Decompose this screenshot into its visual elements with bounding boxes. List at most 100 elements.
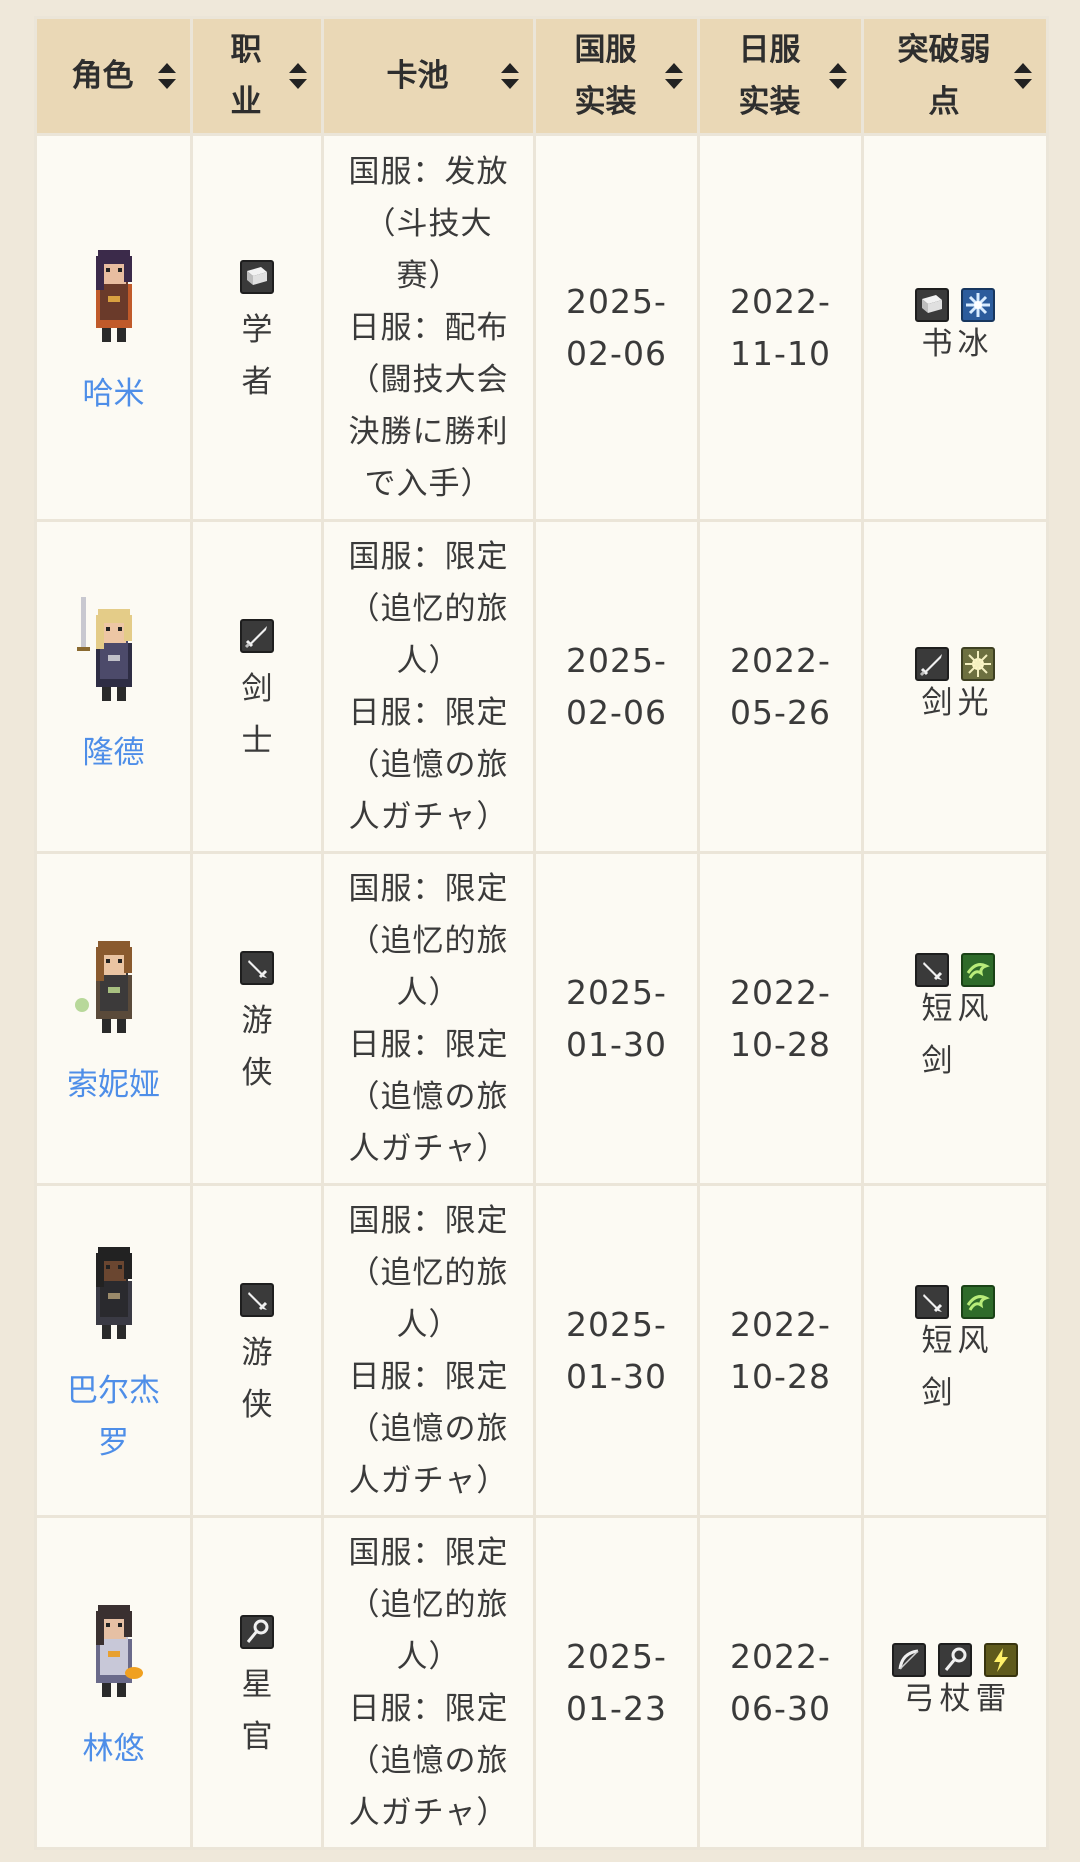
- character-name-link[interactable]: 索妮娅: [37, 1059, 190, 1111]
- text-line: 2022-: [730, 640, 831, 680]
- weakness-group: 弓杖雷: [892, 1641, 1018, 1725]
- weakness-icons: [892, 1641, 1018, 1677]
- dagger-icon: [915, 951, 949, 987]
- text-line: 2025-: [566, 640, 667, 680]
- weakness-group: 短风 剑: [915, 1283, 995, 1419]
- text-line: 日服：限定: [348, 1026, 509, 1063]
- sword-icon: [240, 617, 274, 653]
- sort-icon[interactable]: [499, 63, 521, 89]
- text-line: 01-23: [566, 1688, 667, 1728]
- weakness-label: 弓: [903, 1680, 935, 1717]
- cell-weakness: 短风 剑: [861, 851, 1049, 1186]
- character-sprite[interactable]: [37, 1591, 190, 1717]
- character-name-link[interactable]: 巴尔杰罗: [37, 1365, 190, 1469]
- sort-icon[interactable]: [827, 63, 849, 89]
- text-line: 05-26: [730, 692, 831, 732]
- wind-icon: [961, 951, 995, 987]
- header-job[interactable]: 职业: [190, 16, 324, 136]
- text-line: （追憶の旅: [348, 1078, 509, 1115]
- text-line: 人ガチャ）: [348, 1462, 509, 1499]
- text-line: 02-06: [566, 333, 667, 373]
- character-name-link[interactable]: 哈米: [37, 368, 190, 420]
- text-line: 人ガチャ）: [348, 798, 509, 835]
- text-line: 者: [241, 363, 273, 400]
- table-row: 林悠 星官 国服：限定 （追忆的旅 人） 日服：限定 （追憶の旅 人ガチャ） 2025- 0…: [34, 1515, 1049, 1850]
- text-line: 游: [241, 1334, 273, 1371]
- job-label: 剑士: [237, 663, 277, 767]
- text-line: 日服：限定: [348, 1690, 509, 1727]
- header-pool[interactable]: 卡池: [321, 16, 536, 136]
- character-name-link[interactable]: 林悠: [37, 1723, 190, 1775]
- pool-text: 国服：限定 （追忆的旅 人） 日服：限定 （追憶の旅 人ガチャ）: [324, 531, 533, 843]
- text-line: 国服：发放: [348, 153, 509, 190]
- job-label: 游侠: [237, 995, 277, 1099]
- cell-cn-release: 2025- 01-30: [533, 851, 700, 1186]
- header-weakness[interactable]: 突破弱点: [861, 16, 1049, 136]
- weakness-label: 杖: [939, 1680, 971, 1717]
- sort-icon[interactable]: [287, 63, 309, 89]
- weakness-text: 书冰: [915, 318, 995, 370]
- dagger-icon: [240, 949, 274, 985]
- text-line: 国服：限定: [348, 1202, 509, 1239]
- weakness-text: 短风 剑: [915, 1315, 995, 1419]
- cn-release-date: 2025- 01-23: [536, 1631, 697, 1735]
- text-line: （追忆的旅: [348, 1254, 509, 1291]
- header-role[interactable]: 角色: [34, 16, 193, 136]
- text-line: （斗技大: [364, 205, 493, 242]
- cell-pool: 国服：限定 （追忆的旅 人） 日服：限定 （追憶の旅 人ガチャ）: [321, 851, 536, 1186]
- text-line: 01-30: [566, 1024, 667, 1064]
- text-line: （追忆的旅: [348, 922, 509, 959]
- weakness-label: 风: [957, 1322, 989, 1359]
- jp-release-date: 2022- 10-28: [700, 1299, 861, 1403]
- cell-pool: 国服：限定 （追忆的旅 人） 日服：限定 （追憶の旅 人ガチャ）: [321, 1515, 536, 1850]
- text-line: 2025-: [566, 1636, 667, 1676]
- character-sprite[interactable]: [37, 927, 190, 1053]
- cell-job: 学者: [190, 133, 324, 522]
- text-line: （追憶の旅: [348, 746, 509, 783]
- weakness-label: 风: [957, 990, 989, 1027]
- text-line: 日服：限定: [348, 694, 509, 731]
- character-table: 角色 职业 卡池 国服 实装 日服 实装 突破弱点 哈米 学 者 国服：发放 （…: [34, 16, 1049, 1850]
- cn-release-date: 2025- 01-30: [536, 967, 697, 1071]
- text-line: 人）: [396, 1638, 461, 1675]
- text-line: 国服：限定: [348, 538, 509, 575]
- character-sprite[interactable]: [37, 236, 190, 362]
- sort-icon[interactable]: [1012, 63, 1034, 89]
- text-line: 2025-: [566, 281, 667, 321]
- character-sprite[interactable]: [37, 1233, 190, 1359]
- table-row: 索妮娅 游侠 国服：限定 （追忆的旅 人） 日服：限定 （追憶の旅 人ガチャ） 2025-…: [34, 851, 1049, 1186]
- book-icon: [240, 258, 274, 294]
- sort-icon[interactable]: [156, 63, 178, 89]
- sort-icon[interactable]: [663, 63, 685, 89]
- text-line: 2022-: [730, 1304, 831, 1344]
- job-label: 星官: [237, 1659, 277, 1763]
- cell-jp-release: 2022- 10-28: [697, 1183, 864, 1518]
- character-name-link[interactable]: 隆德: [37, 727, 190, 779]
- dagger-icon: [240, 1281, 274, 1317]
- text-line: 哈米: [82, 375, 145, 412]
- book-icon: [915, 286, 949, 322]
- cell-character: 哈米: [34, 133, 193, 522]
- text-line: 人ガチャ）: [348, 1794, 509, 1831]
- cell-jp-release: 2022- 10-28: [697, 851, 864, 1186]
- cell-pool: 国服：限定 （追忆的旅 人） 日服：限定 （追憶の旅 人ガチャ）: [321, 1183, 536, 1518]
- character-sprite[interactable]: [37, 595, 190, 721]
- text-line: 日服：限定: [348, 1358, 509, 1395]
- text-line: 02-06: [566, 692, 667, 732]
- text-line: 06-30: [730, 1688, 831, 1728]
- header-jp-release[interactable]: 日服 实装: [697, 16, 864, 136]
- text-line: 士: [241, 722, 273, 759]
- text-line: 人）: [396, 974, 461, 1011]
- text-line: 11-10: [730, 333, 831, 373]
- jp-release-date: 2022- 11-10: [700, 276, 861, 380]
- text-line: （追憶の旅: [348, 1742, 509, 1779]
- text-line: 索妮娅: [67, 1066, 160, 1103]
- text-line: 侠: [241, 1386, 273, 1423]
- cell-pool: 国服：限定 （追忆的旅 人） 日服：限定 （追憶の旅 人ガチャ）: [321, 519, 536, 854]
- weakness-icons: [915, 951, 995, 987]
- text-line: 星: [241, 1666, 273, 1703]
- text-line: 10-28: [730, 1356, 831, 1396]
- weakness-group: 书冰: [915, 286, 995, 370]
- header-cn-release[interactable]: 国服 实装: [533, 16, 700, 136]
- table-row: 巴尔杰罗 游侠 国服：限定 （追忆的旅 人） 日服：限定 （追憶の旅 人ガチャ） 2025…: [34, 1183, 1049, 1518]
